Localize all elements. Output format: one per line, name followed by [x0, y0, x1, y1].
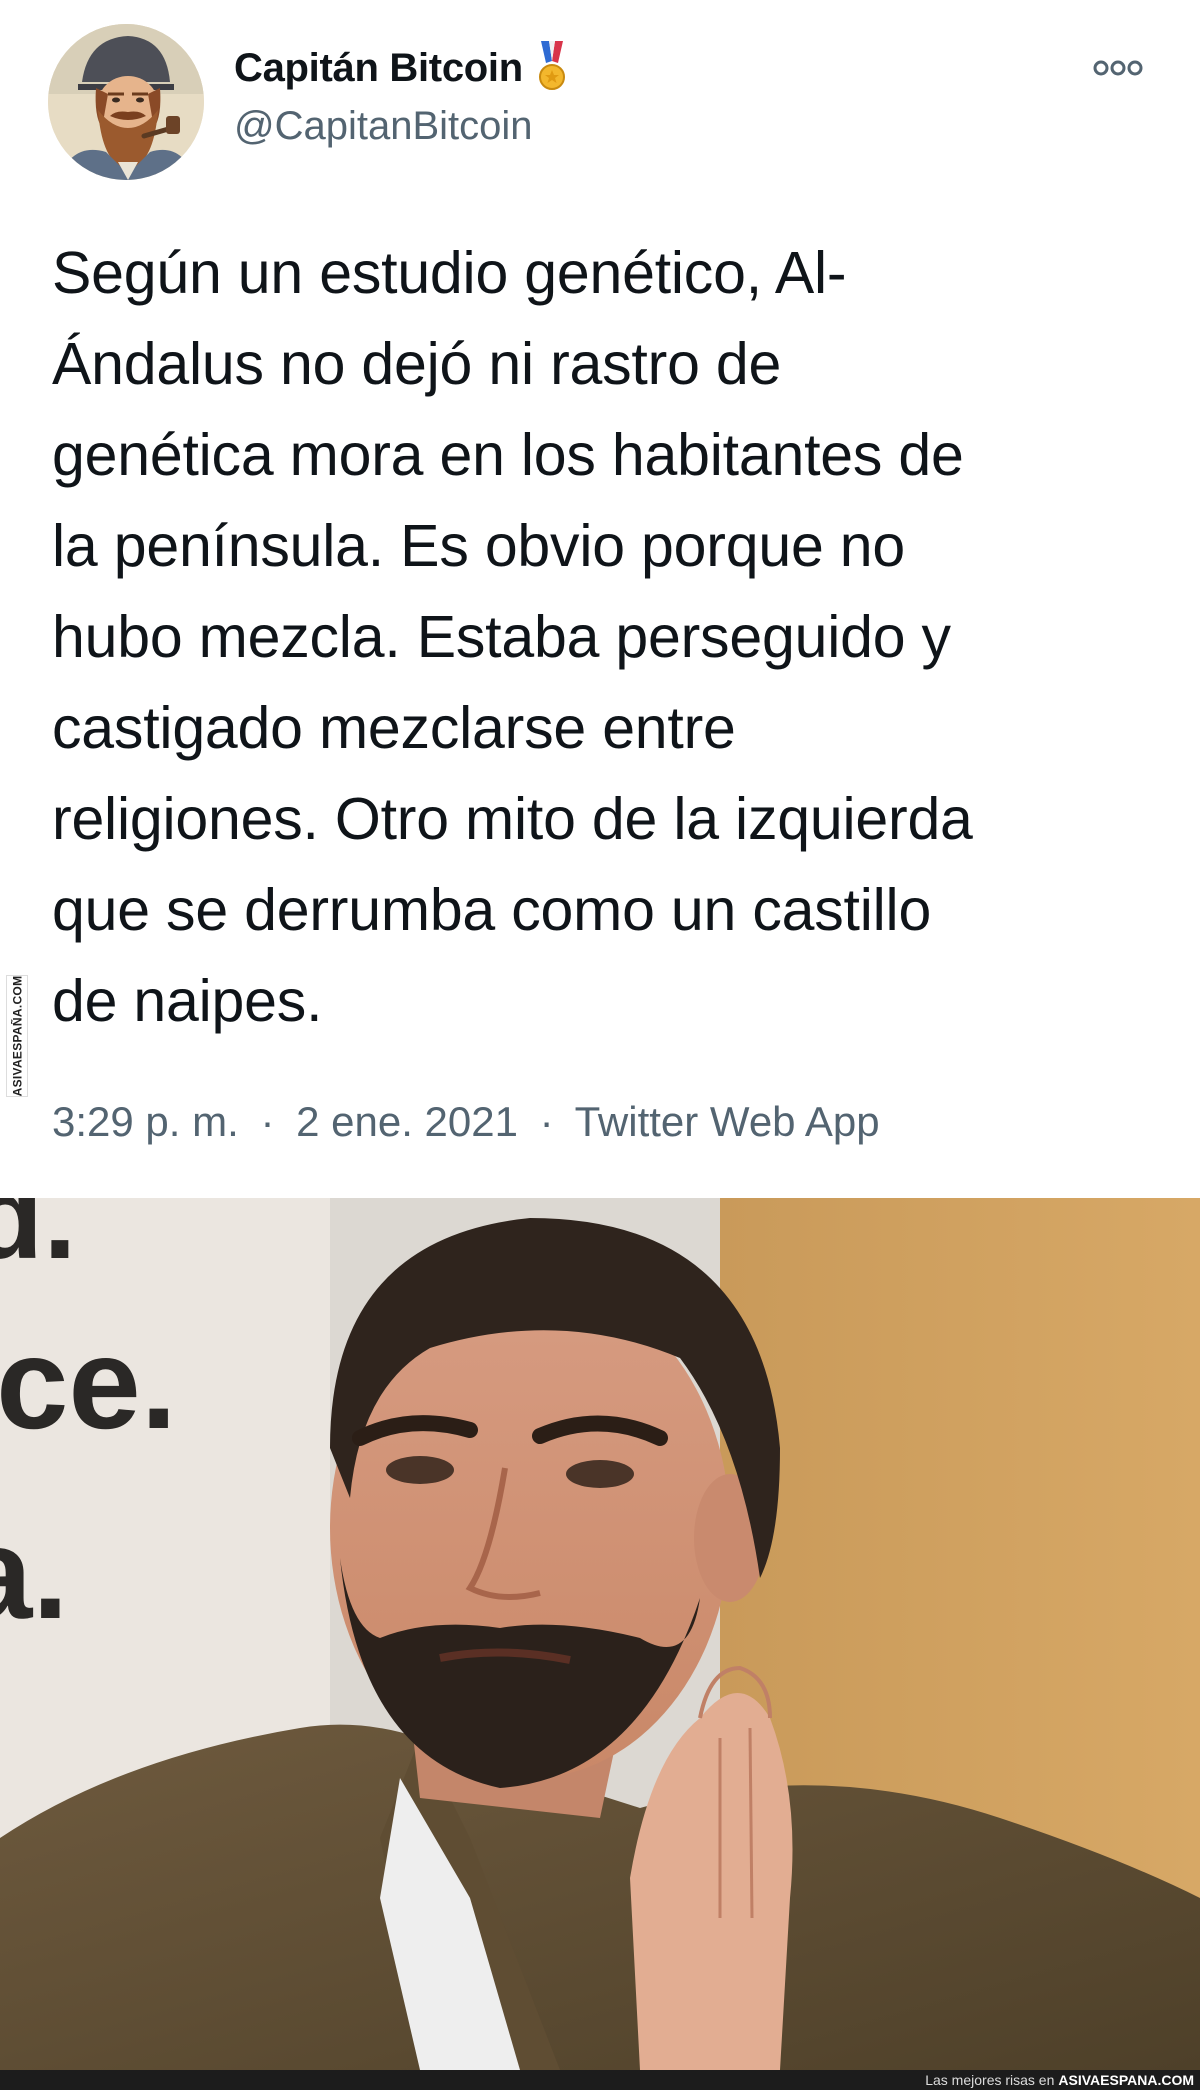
meta-separator: · — [539, 1098, 554, 1145]
tweet-time[interactable]: 3:29 p. m. — [52, 1098, 239, 1145]
man-clapping-photo: d. ice. a. — [0, 1198, 1200, 2070]
side-watermark-text: ASIVAESPAÑA.COM — [10, 975, 25, 1097]
meme-page: Capitán Bitcoin @CapitanBitcoin Según un… — [0, 0, 1200, 2090]
more-options-button[interactable] — [1090, 48, 1146, 88]
tweet-source-link[interactable]: Twitter Web App — [575, 1098, 880, 1145]
footer-watermark-bar: Las mejores risas en ASIVAESPANA.COM — [0, 2070, 1200, 2090]
background-sign-text: a. — [0, 1500, 68, 1646]
author-name-row: Capitán Bitcoin — [234, 41, 567, 95]
tweet-text: Según un estudio genético, Al- Ándalus n… — [52, 240, 973, 1034]
background-sign-text: ice. — [0, 1310, 177, 1456]
display-name[interactable]: Capitán Bitcoin — [234, 46, 523, 91]
footer-site-link[interactable]: ASIVAESPANA.COM — [1058, 2072, 1194, 2088]
reaction-photo: d. ice. a. — [0, 1198, 1200, 2070]
side-watermark: ASIVAESPAÑA.COM — [6, 975, 28, 1097]
medal-icon — [537, 41, 567, 95]
tweet-date[interactable]: 2 ene. 2021 — [296, 1098, 518, 1145]
meta-separator: · — [260, 1098, 275, 1145]
tweet-meta: 3:29 p. m. · 2 ene. 2021 · Twitter Web A… — [52, 1098, 880, 1146]
avatar[interactable] — [48, 24, 204, 180]
user-handle[interactable]: @CapitanBitcoin — [234, 104, 533, 149]
more-options-icon — [1093, 60, 1143, 76]
background-sign-text: d. — [0, 1198, 77, 1284]
footer-prefix: Las mejores risas en — [925, 2072, 1055, 2088]
tweet-card: Capitán Bitcoin @CapitanBitcoin Según un… — [0, 0, 1200, 1198]
